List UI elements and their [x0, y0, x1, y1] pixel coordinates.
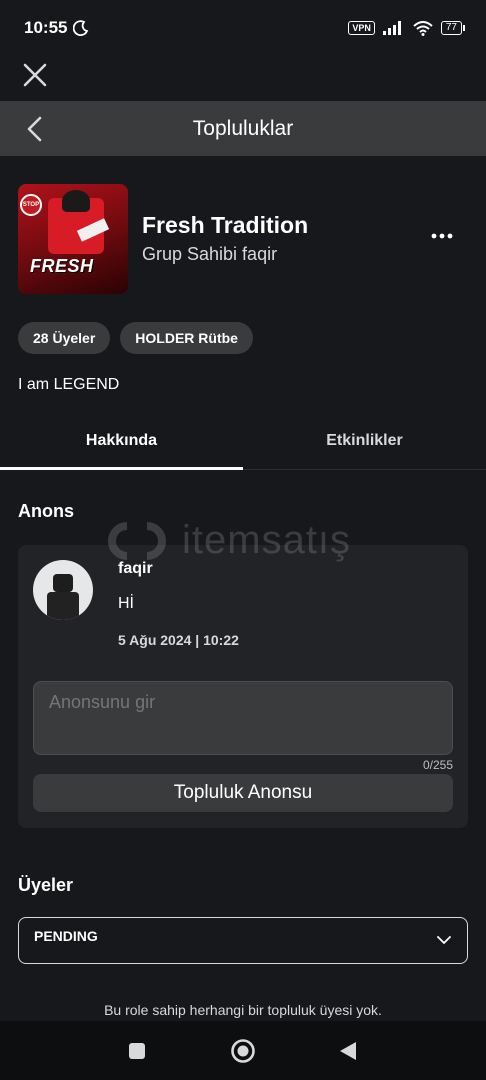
emblem-head [62, 190, 90, 212]
emblem-logo-text: FRESH [30, 256, 94, 276]
avatar-body [47, 592, 79, 620]
close-icon[interactable] [22, 62, 48, 88]
rank-chip[interactable]: HOLDER Rütbe [120, 322, 253, 354]
avatar-head [53, 574, 73, 592]
post-announcement-button[interactable]: Topluluk Anonsu [33, 774, 453, 812]
group-chips: 28 Üyeler HOLDER Rütbe [18, 322, 253, 354]
role-dropdown[interactable]: PENDING [18, 917, 468, 964]
status-bar: 10:55 VPN 77 [0, 0, 486, 56]
header-bar: Topluluklar [0, 101, 486, 156]
tab-bar: Hakkında Etkinlikler [0, 412, 486, 470]
system-nav-bar [0, 1021, 486, 1080]
vpn-badge: VPN [348, 21, 375, 35]
watermark-logo-icon [108, 522, 166, 560]
group-emblem: STOP FRESH [18, 184, 128, 294]
battery-icon: 77 [440, 21, 466, 35]
char-counter: 0/255 [422, 758, 453, 772]
empty-members-message: Bu role sahip herhangi bir topluluk üyes… [104, 1002, 382, 1018]
tab-events[interactable]: Etkinlikler [243, 412, 486, 470]
status-left: 10:55 [24, 18, 89, 38]
recents-square-icon[interactable] [128, 1042, 146, 1060]
emblem-stop-sign: STOP [20, 194, 42, 216]
tab-about[interactable]: Hakkında [0, 412, 243, 470]
status-time: 10:55 [24, 18, 68, 37]
chevron-down-icon [437, 936, 451, 944]
watermark: itemsatış [102, 516, 382, 566]
avatar[interactable] [33, 560, 93, 620]
announcement-card: faqir Hİ 5 Ağu 2024 | 10:22 0/255 Toplul… [18, 545, 468, 828]
post-date: 5 Ağu 2024 | 10:22 [118, 632, 239, 648]
more-options-icon[interactable] [430, 230, 454, 242]
home-circle-icon[interactable] [230, 1038, 256, 1064]
group-description: I am LEGEND [18, 376, 120, 393]
watermark-text: itemsatış [182, 518, 352, 562]
group-owner[interactable]: Grup Sahibi faqir [142, 244, 277, 265]
announcement-input[interactable] [33, 681, 453, 755]
close-row [0, 56, 486, 100]
page-title: Topluluklar [192, 116, 294, 140]
group-header: STOP FRESH Fresh Tradition Grup Sahibi f… [18, 184, 468, 296]
post-body: Hİ [118, 595, 134, 612]
signal-icon [382, 21, 401, 35]
group-name: Fresh Tradition [142, 212, 309, 238]
moon-icon [73, 20, 89, 36]
wifi-icon [413, 20, 433, 36]
back-triangle-icon[interactable] [338, 1040, 358, 1062]
members-count-chip[interactable]: 28 Üyeler [18, 322, 111, 354]
status-right: VPN 77 [348, 20, 466, 36]
announcement-section-title: Anons [18, 501, 74, 521]
back-arrow-icon[interactable] [22, 115, 48, 143]
members-section-title: Üyeler [18, 875, 74, 895]
role-dropdown-value: PENDING [34, 928, 98, 944]
active-tab-indicator [0, 467, 243, 470]
